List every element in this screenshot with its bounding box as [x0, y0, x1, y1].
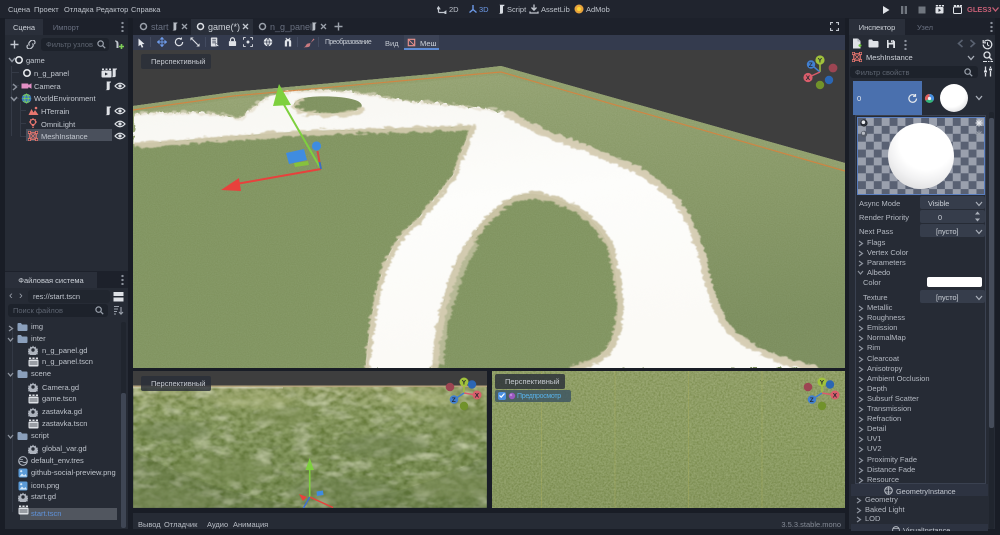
svg-text:Y: Y [820, 379, 825, 386]
svg-text:X: X [475, 393, 480, 400]
svg-text:Y: Y [462, 379, 467, 386]
svg-text:Z: Z [810, 397, 814, 404]
svg-text:X: X [806, 75, 811, 82]
svg-text:X: X [833, 393, 838, 400]
svg-text:Z: Z [452, 397, 456, 404]
svg-text:Z: Z [809, 62, 813, 69]
svg-text:Y: Y [818, 57, 823, 64]
